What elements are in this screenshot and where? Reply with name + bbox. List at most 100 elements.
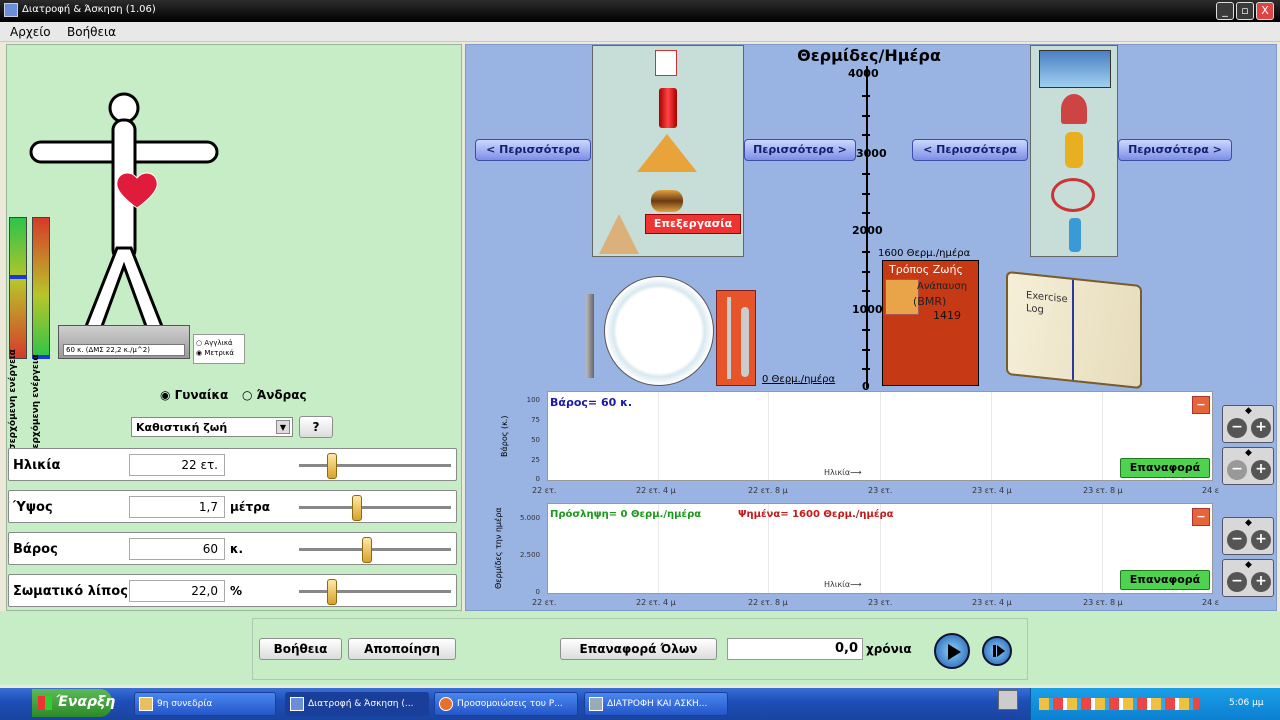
menu-help[interactable]: Βοήθεια bbox=[67, 25, 116, 39]
exercise-more-right-button[interactable]: Περισσότερα > bbox=[1118, 139, 1232, 161]
food-more-left-button[interactable]: < Περισσότερα bbox=[475, 139, 591, 161]
running-icon[interactable] bbox=[1065, 132, 1083, 168]
calories-graph[interactable]: Πρόσληψη= 0 Θερμ./ημέρα Ψημένα= 1600 Θερ… bbox=[547, 503, 1213, 594]
unit-english-radio[interactable]: ○ Αγγλικά bbox=[196, 338, 242, 348]
graph2-zoom-vertical[interactable]: ◆ − + bbox=[1222, 517, 1274, 555]
zoom-in-icon[interactable]: + bbox=[1251, 418, 1271, 438]
plate[interactable] bbox=[604, 276, 714, 386]
gender-male-radio[interactable]: ○ Άνδρας bbox=[242, 388, 307, 402]
step-button[interactable] bbox=[982, 636, 1012, 666]
bodyfat-slider-track[interactable] bbox=[299, 590, 451, 593]
weight-field[interactable]: 60 bbox=[129, 538, 225, 560]
minimize-button[interactable]: _ bbox=[1216, 2, 1234, 20]
help-button[interactable]: Βοήθεια bbox=[259, 638, 342, 660]
food-more-right-button[interactable]: Περισσότερα > bbox=[744, 139, 856, 161]
zoom-in-icon[interactable]: + bbox=[1251, 460, 1271, 480]
age-row: Ηλικία 22 ετ. bbox=[8, 448, 457, 481]
burger-icon[interactable] bbox=[651, 190, 683, 212]
grid-line bbox=[991, 504, 992, 593]
axis-tick bbox=[862, 115, 870, 117]
exercise-more-left-button[interactable]: < Περισσότερα bbox=[912, 139, 1028, 161]
grid-line bbox=[768, 392, 769, 480]
lifestyle-select[interactable]: Καθιστική ζωή ▼ bbox=[131, 417, 293, 437]
food-pyramid-icon[interactable] bbox=[599, 214, 639, 254]
updown-arrow-icon: ◆ bbox=[1245, 560, 1252, 570]
window-titlebar: Διατροφή & Άσκηση (1.06) _ ▫ X bbox=[0, 0, 1280, 22]
graph1-xlabel: Ηλικία⟶ bbox=[824, 468, 862, 477]
taskbar-item-browser[interactable]: Προσομοιώσεις του Ρ... bbox=[434, 692, 578, 716]
bodyfat-slider-knob[interactable] bbox=[327, 579, 337, 605]
graph2-zoom-horizontal[interactable]: ◆ − + bbox=[1222, 559, 1274, 597]
graph1-y-tick: 25 bbox=[531, 456, 540, 464]
reset-all-button[interactable]: Επαναφορά Όλων bbox=[560, 638, 717, 660]
age-field[interactable]: 22 ετ. bbox=[129, 454, 225, 476]
age-slider-knob[interactable] bbox=[327, 453, 337, 479]
graph1-zoom-horizontal[interactable]: ◆ − + bbox=[1222, 447, 1274, 485]
weight-slider-knob[interactable] bbox=[362, 537, 372, 563]
lifestyle-help-button[interactable]: ? bbox=[299, 416, 333, 438]
graph2-reset-button[interactable]: Επαναφορά bbox=[1120, 570, 1210, 590]
bmi-readout: 60 κ. (ΔΜΣ 22,2 κ./μ^2) bbox=[63, 344, 185, 356]
graph1-x-tick: 23 ετ. bbox=[868, 486, 893, 495]
zoom-in-icon[interactable]: + bbox=[1251, 572, 1271, 592]
zoom-out-icon[interactable]: − bbox=[1227, 460, 1247, 480]
pen-icon bbox=[1072, 279, 1074, 380]
desktop-icon[interactable] bbox=[998, 690, 1018, 710]
bodyfat-unit: % bbox=[230, 584, 243, 598]
gender-female-radio[interactable]: ◉ Γυναίκα bbox=[160, 388, 228, 402]
walking-icon[interactable] bbox=[1069, 218, 1081, 252]
tray-icons[interactable] bbox=[1039, 698, 1199, 710]
height-slider-track[interactable] bbox=[299, 506, 451, 509]
menu-file[interactable]: Αρχείο bbox=[10, 25, 51, 39]
taskbar-item-app[interactable]: Διατροφή & Άσκηση (... bbox=[285, 692, 429, 716]
bodyfat-field[interactable]: 22,0 bbox=[129, 580, 225, 602]
graph2-x-tick: 22 ετ. 8 μ bbox=[748, 598, 788, 607]
play-button[interactable] bbox=[934, 633, 970, 669]
start-button[interactable]: Έναρξη bbox=[32, 689, 115, 717]
axis-tick bbox=[862, 349, 870, 351]
age-label: Ηλικία bbox=[13, 458, 61, 473]
knife-icon bbox=[727, 297, 731, 379]
zoom-in-icon[interactable]: + bbox=[1251, 530, 1271, 550]
food-palette: Επεξεργασία bbox=[592, 45, 744, 257]
height-slider-knob[interactable] bbox=[352, 495, 362, 521]
graph1-zoom-vertical[interactable]: ◆ − + bbox=[1222, 405, 1274, 443]
pizza-icon[interactable] bbox=[637, 134, 697, 172]
maximize-button[interactable]: ▫ bbox=[1236, 2, 1254, 20]
height-unit: μέτρα bbox=[230, 500, 271, 514]
updown-arrow-icon: ◆ bbox=[1245, 448, 1252, 458]
graph1-x-tick: 22 ετ. 8 μ bbox=[748, 486, 788, 495]
graph1-x-tick: 22 ετ. 4 μ bbox=[636, 486, 676, 495]
edit-food-button[interactable]: Επεξεργασία bbox=[645, 214, 741, 234]
cycling-icon[interactable] bbox=[1051, 178, 1095, 212]
taskbar-item-folder[interactable]: 9η συνεδρία bbox=[134, 692, 276, 716]
zoom-out-icon[interactable]: − bbox=[1227, 572, 1247, 592]
weight-slider-track[interactable] bbox=[299, 548, 451, 551]
app-icon bbox=[290, 697, 304, 711]
height-field[interactable]: 1,7 bbox=[129, 496, 225, 518]
time-field[interactable]: 0,0 bbox=[727, 638, 863, 660]
graph2-x-tick: 22 ετ. 4 μ bbox=[636, 598, 676, 607]
spoon-icon bbox=[741, 307, 749, 377]
graph1-reset-button[interactable]: Επαναφορά bbox=[1120, 458, 1210, 478]
zoom-out-icon[interactable]: − bbox=[1227, 530, 1247, 550]
calories-chart-title: Θερμίδες/Ημέρα bbox=[797, 46, 941, 65]
grid-line bbox=[880, 392, 881, 480]
exercise-log-book[interactable]: Exercise Log bbox=[1006, 270, 1142, 390]
graph1-collapse-button[interactable]: − bbox=[1192, 396, 1210, 414]
fries-icon[interactable] bbox=[655, 50, 677, 76]
graph2-collapse-button[interactable]: − bbox=[1192, 508, 1210, 526]
swimming-icon[interactable] bbox=[1039, 50, 1111, 88]
disclaimer-button[interactable]: Αποποίηση bbox=[348, 638, 456, 660]
unit-metric-radio[interactable]: ◉ Μετρικά bbox=[196, 348, 242, 358]
zoom-out-icon[interactable]: − bbox=[1227, 418, 1247, 438]
grid-line bbox=[991, 392, 992, 480]
axis-tick bbox=[862, 193, 870, 195]
taskbar-item-document[interactable]: ΔΙΑΤΡΟΦΗ ΚΑΙ ΑΣΚΗ... bbox=[584, 692, 728, 716]
weight-graph[interactable]: Βάρος= 60 κ. Ηλικία⟶ − Επαναφορά bbox=[547, 391, 1213, 481]
close-button[interactable]: X bbox=[1256, 2, 1274, 20]
browser-icon bbox=[439, 697, 453, 711]
tennis-icon[interactable] bbox=[1061, 94, 1087, 124]
soda-can-icon[interactable] bbox=[659, 88, 677, 128]
age-slider-track[interactable] bbox=[299, 464, 451, 467]
